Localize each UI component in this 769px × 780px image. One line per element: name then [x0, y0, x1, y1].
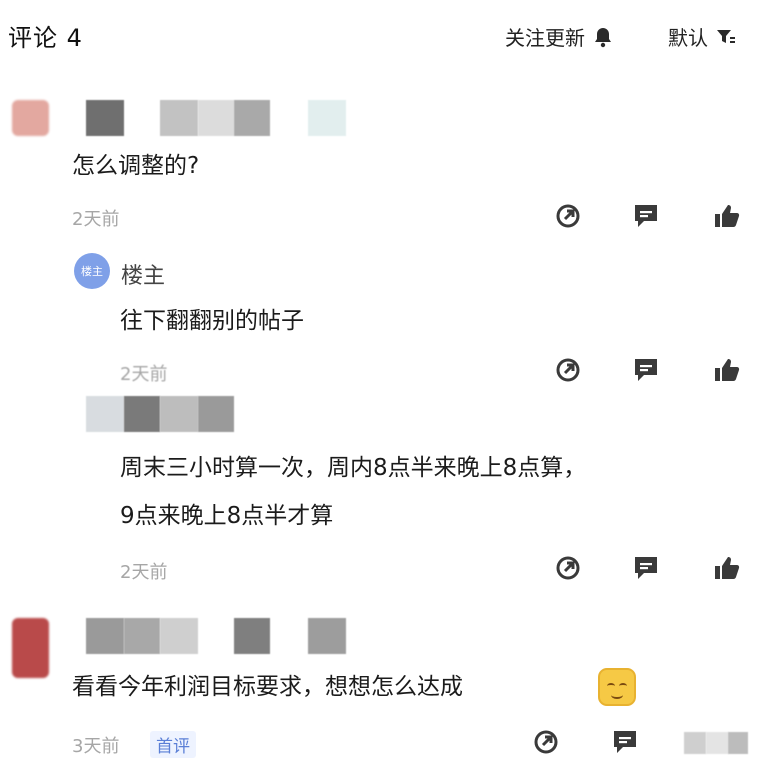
op-avatar-badge[interactable]: 楼主	[74, 253, 110, 289]
comment-time: 2天前	[72, 209, 120, 230]
reply-icon	[614, 731, 636, 753]
share-icon	[556, 556, 580, 580]
like-button[interactable]	[712, 553, 742, 583]
reply-text: 往下翻翻别的帖子	[120, 308, 304, 334]
comments-count-title: 评论 4	[8, 24, 83, 52]
reply-icon	[635, 359, 657, 381]
like-button[interactable]	[712, 355, 742, 385]
reply-text-line-1: 周末三小时算一次，周内8点半来晚上8点算，	[120, 455, 587, 481]
thumbs-up-icon	[715, 205, 740, 227]
share-icon	[556, 204, 580, 228]
avatar[interactable]	[12, 618, 49, 678]
share-icon	[556, 358, 580, 382]
avatar[interactable]	[12, 100, 49, 136]
thumbs-up-icon	[715, 557, 740, 579]
share-button[interactable]	[553, 201, 583, 231]
reply-text-line-2: 9点来晚上8点半才算	[120, 503, 334, 529]
comment-text: 怎么调整的?	[72, 153, 200, 179]
reply-time: 2天前	[120, 364, 168, 385]
smile-emoji-icon	[598, 668, 636, 706]
bell-icon	[593, 26, 613, 48]
reply-icon	[635, 205, 657, 227]
sort-label: 默认	[668, 26, 708, 50]
follow-updates-label: 关注更新	[505, 26, 585, 50]
reply-button[interactable]	[631, 201, 661, 231]
sort-button[interactable]: 默认	[668, 22, 736, 51]
share-button[interactable]	[531, 727, 561, 757]
filter-icon	[716, 27, 736, 47]
share-icon	[534, 730, 558, 754]
thumbs-up-icon	[715, 359, 740, 381]
like-button[interactable]	[712, 201, 742, 231]
reply-button[interactable]	[631, 355, 661, 385]
reply-button[interactable]	[610, 727, 640, 757]
share-button[interactable]	[553, 553, 583, 583]
reply-icon	[635, 557, 657, 579]
reply-button[interactable]	[631, 553, 661, 583]
first-comment-tag: 首评	[150, 731, 196, 758]
reply-time: 2天前	[120, 562, 168, 583]
comment-time: 3天前	[72, 736, 120, 757]
share-button[interactable]	[553, 355, 583, 385]
follow-updates-button[interactable]: 关注更新	[505, 22, 613, 51]
comment-text: 看看今年利润目标要求，想想怎么达成	[72, 674, 463, 700]
reply-author[interactable]: 楼主	[121, 258, 165, 290]
